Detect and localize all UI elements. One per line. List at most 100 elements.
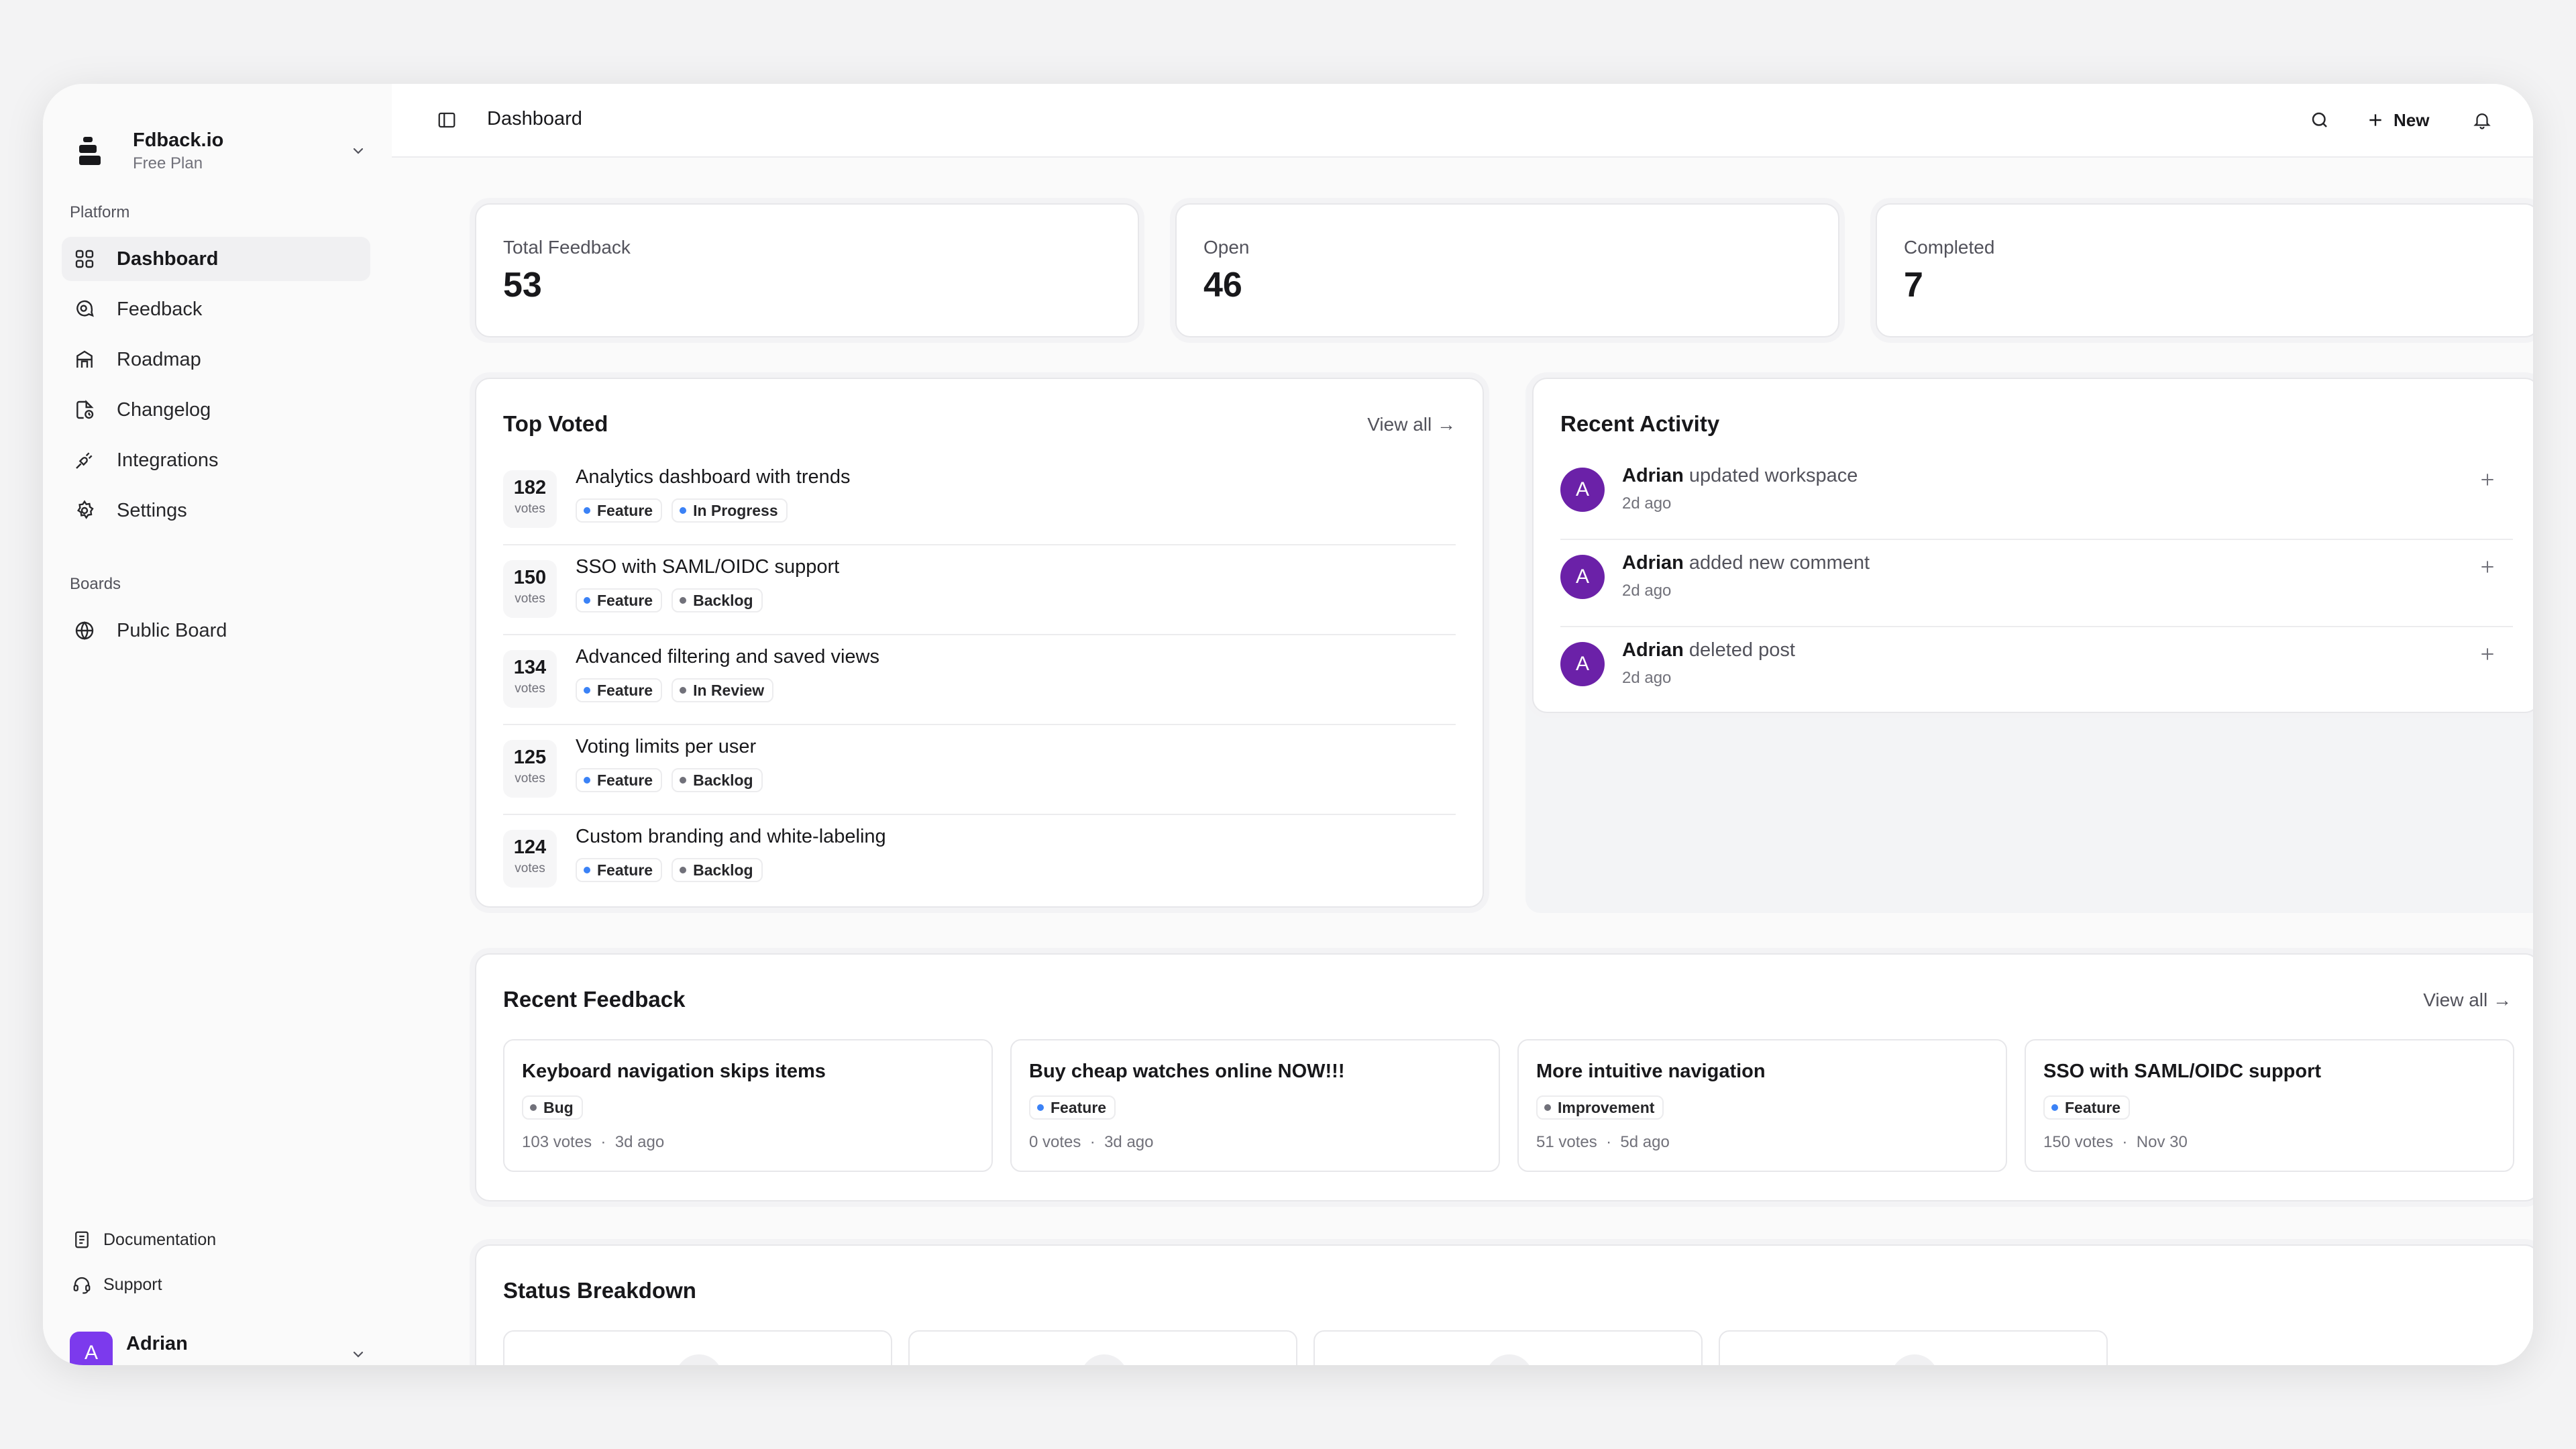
vote-count: 182 [513, 477, 547, 498]
expand-plus-icon[interactable] [2475, 555, 2500, 579]
activity-time: 2d ago [1622, 582, 1672, 600]
roadmap-icon [71, 346, 98, 373]
stat-label: Completed [1904, 237, 1995, 258]
recent-feedback-title: Recent Feedback [503, 987, 686, 1012]
feedback-title: SSO with SAML/OIDC support [576, 556, 840, 578]
top-voted-item[interactable]: 134 votes Advanced filtering and saved v… [503, 635, 1456, 725]
feedback-card[interactable]: SSO with SAML/OIDC support Feature 150 v… [2025, 1039, 2514, 1172]
activity-action: deleted post [1688, 639, 1795, 661]
bell-icon[interactable] [2467, 105, 2497, 135]
sidebar-link-documentation[interactable]: Documentation [70, 1223, 216, 1256]
type-tag: Feature [576, 588, 663, 612]
workspace-plan: Free Plan [133, 154, 203, 172]
recent-feedback-view-all-link[interactable]: View all → [2423, 989, 2512, 1011]
vote-count-label: votes [515, 861, 545, 875]
top-voted-item[interactable]: 150 votes SSO with SAML/OIDC support Fea… [503, 545, 1456, 635]
top-voted-view-all-link[interactable]: View all → [1367, 414, 1456, 435]
activity-user: Adrian [1622, 465, 1684, 486]
status-circle [676, 1354, 722, 1365]
sidebar-item-label: Public Board [117, 619, 227, 641]
main-area: Dashboard New Total Feedback 53 Open 46 [392, 84, 2533, 1365]
vote-count-box[interactable]: 182 votes [503, 470, 557, 528]
status-circle [1891, 1354, 1938, 1365]
status-breakdown-card: Status Breakdown [475, 1244, 2533, 1365]
type-tag: Bug [522, 1095, 583, 1120]
new-button[interactable]: New [2367, 104, 2429, 136]
feedback-card[interactable]: Buy cheap watches online NOW!!! Feature … [1010, 1039, 1500, 1172]
app-window: Fdback.io Free Plan Platform Dashboard F… [43, 84, 2533, 1365]
status-circle [1081, 1354, 1128, 1365]
status-tag: Backlog [672, 588, 763, 612]
recent-feedback-card: Recent Feedback View all → Keyboard navi… [475, 953, 2533, 1201]
activity-time: 2d ago [1622, 669, 1672, 687]
activity-item: A Adrian updated workspace 2d ago [1560, 453, 2513, 540]
sidebar: Fdback.io Free Plan Platform Dashboard F… [43, 84, 392, 1365]
top-voted-item[interactable]: 125 votes Voting limits per user Feature… [503, 725, 1456, 815]
status-tag: In Review [672, 678, 774, 702]
sidebar-item-dashboard[interactable]: Dashboard [62, 237, 370, 281]
topbar: Dashboard New [392, 84, 2533, 158]
type-tag: Improvement [1536, 1095, 1664, 1120]
recent-activity-card: Recent Activity A Adrian updated workspa… [1532, 378, 2533, 713]
breadcrumb: Dashboard [487, 108, 582, 129]
sidebar-item-roadmap[interactable]: Roadmap [62, 337, 370, 382]
top-voted-card: Top Voted View all → 182 votes Analytics… [475, 378, 1484, 908]
stat-label: Open [1203, 237, 1250, 258]
status-tag: Backlog [672, 768, 763, 792]
vote-count: 125 [513, 747, 547, 768]
sidebar-toggle-icon[interactable] [433, 107, 460, 133]
feedback-card[interactable]: Keyboard navigation skips items Bug 103 … [503, 1039, 993, 1172]
feedback-meta: 51 votes · 5d ago [1536, 1133, 1670, 1151]
type-tag: Feature [1029, 1095, 1116, 1120]
vote-count-box[interactable]: 125 votes [503, 740, 557, 798]
vote-count-box[interactable]: 124 votes [503, 830, 557, 888]
sidebar-link-support[interactable]: Support [70, 1268, 162, 1301]
sidebar-item-changelog[interactable]: Changelog [62, 388, 370, 432]
dashboard-grid-icon [71, 246, 98, 272]
status-breakdown-title: Status Breakdown [503, 1278, 696, 1303]
vote-count-box[interactable]: 150 votes [503, 560, 557, 618]
status-circle [1486, 1354, 1533, 1365]
chevron-down-icon [345, 1341, 372, 1365]
vote-count: 134 [513, 657, 547, 678]
vote-count-label: votes [515, 771, 545, 786]
feedback-title: Analytics dashboard with trends [576, 466, 851, 488]
workspace-switcher[interactable]: Fdback.io Free Plan [70, 112, 372, 190]
stat-card-open: Open 46 [1175, 203, 1839, 337]
feedback-card[interactable]: More intuitive navigation Improvement 51… [1517, 1039, 2007, 1172]
feedback-title: Advanced filtering and saved views [576, 646, 879, 667]
chevron-down-icon [345, 138, 372, 164]
activity-item: A Adrian deleted post 2d ago [1560, 627, 2513, 714]
expand-plus-icon[interactable] [2475, 642, 2500, 666]
sidebar-item-settings[interactable]: Settings [62, 488, 370, 533]
sidebar-item-public-board[interactable]: Public Board [62, 608, 370, 653]
gear-icon [71, 497, 98, 524]
stat-card-completed: Completed 7 [1876, 203, 2533, 337]
expand-plus-icon[interactable] [2475, 468, 2500, 492]
activity-action: added new comment [1688, 552, 1870, 574]
section-label-boards: Boards [70, 575, 121, 593]
activity-time: 2d ago [1622, 494, 1672, 513]
activity-user: Adrian [1622, 639, 1684, 661]
top-voted-item[interactable]: 182 votes Analytics dashboard with trend… [503, 455, 1456, 545]
user-menu[interactable]: A Adrian [70, 1332, 372, 1365]
feedback-title: SSO with SAML/OIDC support [2043, 1061, 2322, 1082]
status-breakdown-item [503, 1330, 892, 1365]
recent-activity-title: Recent Activity [1560, 411, 1720, 436]
sidebar-item-integrations[interactable]: Integrations [62, 438, 370, 482]
type-tag: Feature [576, 858, 663, 882]
search-icon[interactable] [2305, 105, 2334, 135]
vote-count-box[interactable]: 134 votes [503, 650, 557, 708]
sidebar-item-label: Integrations [117, 449, 219, 471]
avatar: A [70, 1332, 113, 1365]
avatar: A [1560, 555, 1605, 599]
vote-count-label: votes [515, 592, 545, 606]
stat-value: 46 [1203, 266, 1242, 305]
vote-count: 150 [513, 567, 547, 588]
sidebar-item-feedback[interactable]: Feedback [62, 287, 370, 331]
avatar: A [1560, 642, 1605, 686]
top-voted-title: Top Voted [503, 411, 608, 436]
feedback-title: Buy cheap watches online NOW!!! [1029, 1061, 1345, 1082]
sidebar-item-label: Dashboard [117, 248, 219, 270]
top-voted-item[interactable]: 124 votes Custom branding and white-labe… [503, 815, 1456, 905]
